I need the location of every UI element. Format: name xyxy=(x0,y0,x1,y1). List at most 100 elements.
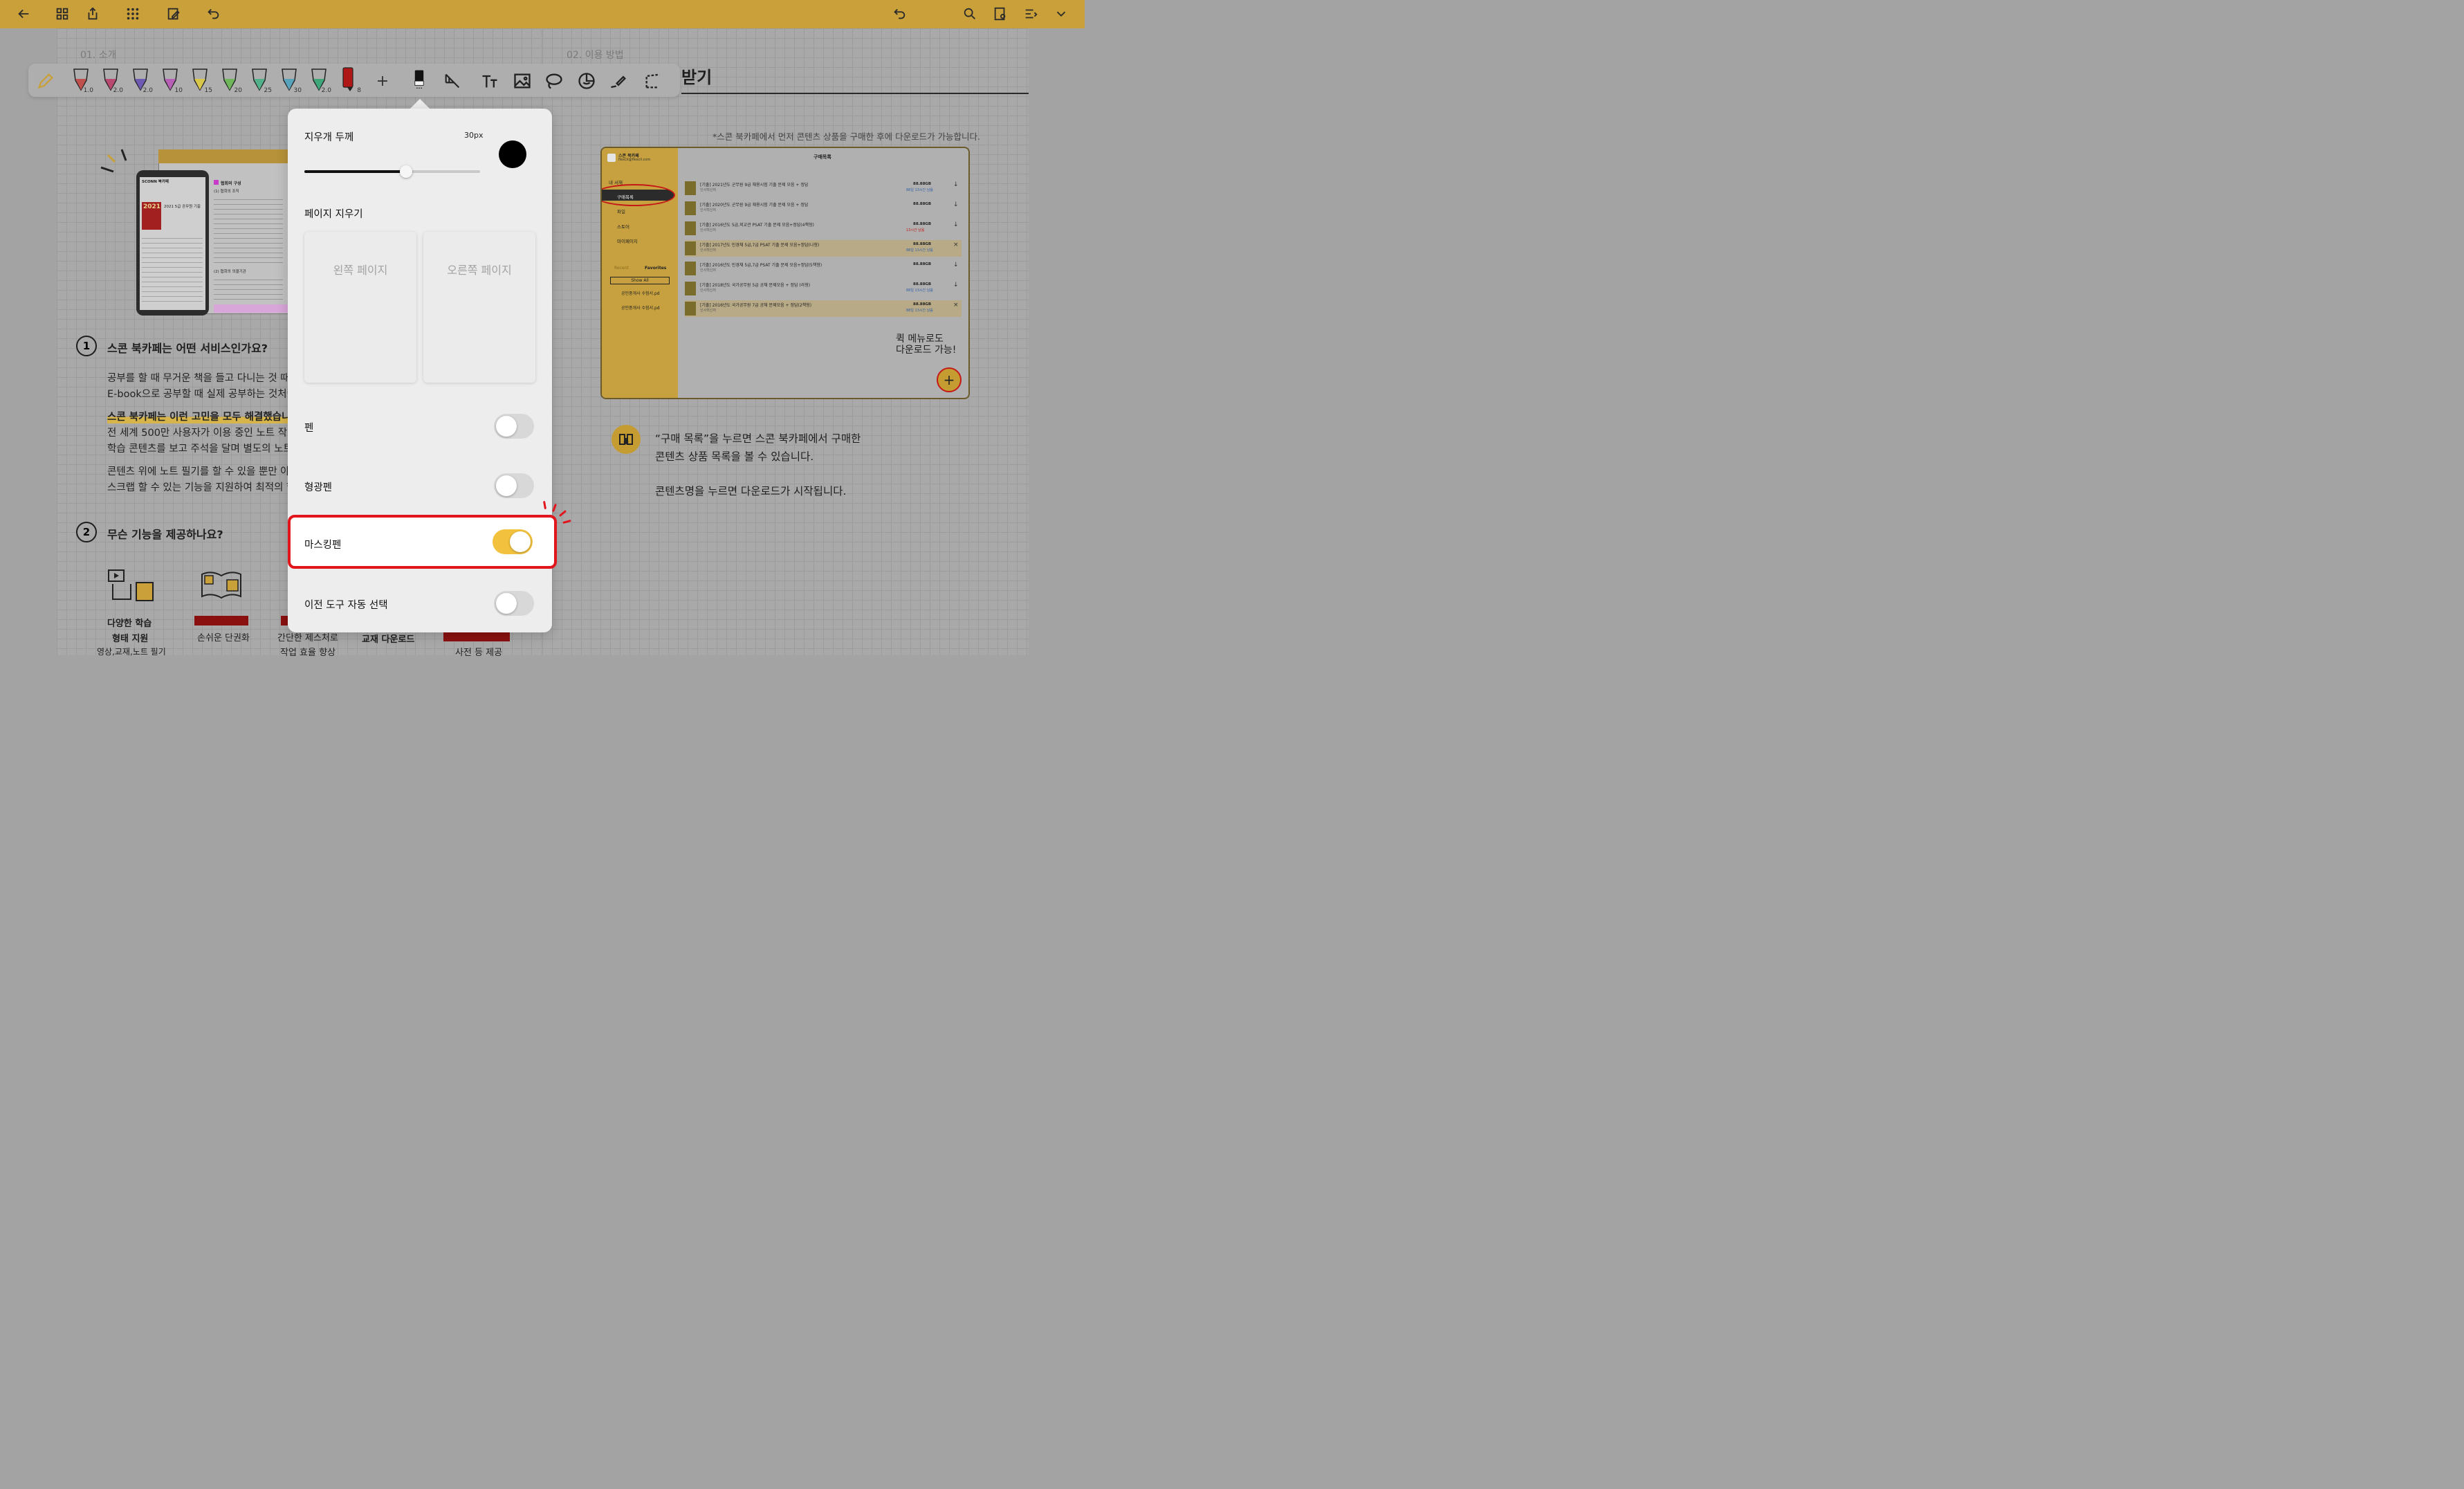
pen-toggle[interactable] xyxy=(494,414,534,439)
redo-icon[interactable] xyxy=(890,4,909,24)
auto-select-toggle[interactable] xyxy=(494,591,534,616)
download-icon[interactable]: ↓ xyxy=(953,262,959,268)
pen-size-label: 2.0 xyxy=(113,87,123,94)
sticker-icon[interactable] xyxy=(576,71,597,91)
grid-view-icon[interactable] xyxy=(53,4,72,24)
list-menu-icon[interactable] xyxy=(1021,4,1040,24)
crop-lasso-icon[interactable] xyxy=(643,71,663,91)
favorites-tab[interactable]: Favorites xyxy=(645,266,666,271)
eraser-thickness-slider[interactable] xyxy=(304,165,480,178)
book-thumbnail xyxy=(685,282,696,295)
top-app-bar xyxy=(0,0,1085,28)
download-icon[interactable]: ↓ xyxy=(953,201,959,208)
chevron-down-icon[interactable] xyxy=(1051,4,1071,24)
masking-pen-toggle[interactable] xyxy=(493,529,533,554)
purchase-publisher: 인사혁신처 xyxy=(700,228,717,232)
purchase-publisher: 인사혁신처 xyxy=(700,309,717,313)
download-icon[interactable]: ↓ xyxy=(953,221,959,228)
pen-preset-7[interactable]: 25 xyxy=(248,66,272,94)
ruler-icon[interactable] xyxy=(442,71,463,91)
cancel-download-icon[interactable]: × xyxy=(953,302,959,309)
paragraph-line: 학습 콘텐츠를 보고 주석을 달며 별도의 노트를 xyxy=(107,444,302,455)
purchase-status: 13시간 남음 xyxy=(906,228,925,232)
account-email: flexcil@flexcil.com xyxy=(618,158,651,162)
page-settings-icon[interactable] xyxy=(991,4,1010,24)
eraser-thickness-label: 지우개 두께 xyxy=(304,132,354,143)
pen-preset-6[interactable]: 20 xyxy=(219,66,242,94)
purchase-publisher: 인사혁신처 xyxy=(700,248,717,253)
feature-label: 작업 효율 향상 xyxy=(280,648,336,658)
laser-pointer-icon[interactable] xyxy=(608,71,629,91)
pen-preset-1[interactable]: 1.0 xyxy=(70,66,93,94)
cancel-download-icon[interactable]: × xyxy=(953,241,959,248)
highlighter-toggle[interactable] xyxy=(494,473,534,498)
question-number-badge: 2 xyxy=(76,522,97,542)
purchase-row[interactable]: [기출] 2017년도 민경채 5급,7급 PSAT 기출 문제 모음+정답(나… xyxy=(685,240,962,257)
purchase-publisher: 인사혁신처 xyxy=(700,268,717,273)
purchase-status: 88일 13시간 남음 xyxy=(906,309,933,313)
sparkle-decoration-icon xyxy=(100,149,127,173)
file-item[interactable]: 공인중개사 수험서.pd xyxy=(621,290,660,296)
sidebar-item-mypage[interactable]: 마이페이지 xyxy=(617,237,638,244)
section-label: 02. 이용 방법 xyxy=(567,50,624,61)
purchase-row[interactable]: [기출] 2020년도 군무원 9급 채용시험 기출 문제 모음 + 정답 인사혁… xyxy=(685,200,962,217)
purchase-status: 88일 13시간 남음 xyxy=(906,248,933,253)
purchase-row[interactable]: [기출] 2016년도 민경채 5급,7급 PSAT 기출 문제 모음+정답(5… xyxy=(685,260,962,277)
article-subtitle: (1) 협회의 조직 xyxy=(214,190,239,194)
show-all-button[interactable]: Show All xyxy=(610,277,670,284)
app-preview-image: SCONN 북카페 2021 2021 5급 공무원 기출 협회의 구성 (1)… xyxy=(136,149,288,316)
sidebar-item-files[interactable]: 파일 xyxy=(617,208,625,214)
option-label-pen: 펜 xyxy=(304,423,314,434)
pen-mode-icon[interactable] xyxy=(35,71,56,91)
description-line: 콘텐츠명을 누르면 다운로드가 시작됩니다. xyxy=(655,485,847,497)
feature-label: 영상,교재,노트 필기 xyxy=(97,647,166,657)
apps-dots-icon[interactable] xyxy=(123,4,142,24)
book-thumbnail xyxy=(685,181,696,195)
quick-add-button[interactable]: + xyxy=(937,367,962,392)
erase-left-page-button[interactable]: 왼쪽 페이지 xyxy=(304,232,416,383)
purchase-row[interactable]: [기출] 2021년도 군무원 9급 채용시험 기출 문제 모음 + 정답 인사혁… xyxy=(685,180,962,197)
undo-icon[interactable] xyxy=(203,4,223,24)
add-pen-button[interactable]: + xyxy=(372,71,393,91)
recent-tab[interactable]: Recent xyxy=(614,266,629,271)
search-icon[interactable] xyxy=(960,4,980,24)
download-icon[interactable]: ↓ xyxy=(953,282,959,289)
app-sidebar: 스콘 북카페 flexcil@flexcil.com 내 서재 구매목록 파일 … xyxy=(602,148,678,398)
pen-size-label: 15 xyxy=(204,87,212,94)
file-item[interactable]: 공인중개사 수험서.pd xyxy=(621,304,660,311)
store-name: SCONN 북카페 xyxy=(142,180,169,184)
purchase-row[interactable]: [기출] 2018년도 국가공무원 5급 공채 문제모음 + 정답 (라형) 인사… xyxy=(685,280,962,297)
description-line: 콘텐츠 상품 목록을 볼 수 있습니다. xyxy=(655,450,814,463)
pen-preset-10[interactable]: 8 xyxy=(338,66,361,94)
slider-thumb[interactable] xyxy=(400,165,413,178)
back-arrow-icon[interactable] xyxy=(14,4,33,24)
sidebar-item-store[interactable]: 스토어 xyxy=(617,223,629,230)
erase-page-label: 페이지 지우기 xyxy=(304,209,363,220)
eraser-icon[interactable] xyxy=(410,65,428,93)
erase-right-page-button[interactable]: 오른쪽 페이지 xyxy=(423,232,535,383)
download-icon[interactable]: ↓ xyxy=(953,181,959,188)
pen-preset-9[interactable]: 2.0 xyxy=(308,66,331,94)
pen-preset-2[interactable]: 2.0 xyxy=(100,66,123,94)
masking-pen-option[interactable]: 마스킹펜 xyxy=(288,515,557,569)
purchase-title: [기출] 2021년도 군무원 9급 채용시험 기출 문제 모음 + 정답 xyxy=(700,183,809,188)
purchase-status: 88일 13시간 남음 xyxy=(906,289,933,293)
image-icon[interactable] xyxy=(512,71,533,91)
book-thumbnail xyxy=(685,262,696,275)
text-icon[interactable] xyxy=(479,71,500,91)
pen-preset-5[interactable]: 15 xyxy=(189,66,212,94)
feature-label: 손쉬운 단권화 xyxy=(197,633,250,643)
book-thumbnail xyxy=(685,221,696,235)
purchase-row[interactable]: [기출] 2016년도 국가공무원 7급 공채 문제모음 + 정답(2책형) 인사… xyxy=(685,300,962,317)
edit-page-icon[interactable] xyxy=(164,4,183,24)
pen-preset-4[interactable]: 10 xyxy=(159,66,183,94)
export-icon[interactable] xyxy=(83,4,102,24)
pen-preset-3[interactable]: 2.0 xyxy=(129,66,153,94)
lasso-icon[interactable] xyxy=(544,71,564,91)
section-label: 01. 소개 xyxy=(80,50,117,61)
pen-preset-8[interactable]: 30 xyxy=(278,66,302,94)
pen-size-label: 25 xyxy=(264,87,272,94)
purchase-row[interactable]: [기출] 2016년도 5급,외교관 PSAT 기출 문제 모음+정답(4책형)… xyxy=(685,220,962,237)
question-number-badge: 1 xyxy=(76,336,97,356)
book-thumbnail xyxy=(685,201,696,215)
